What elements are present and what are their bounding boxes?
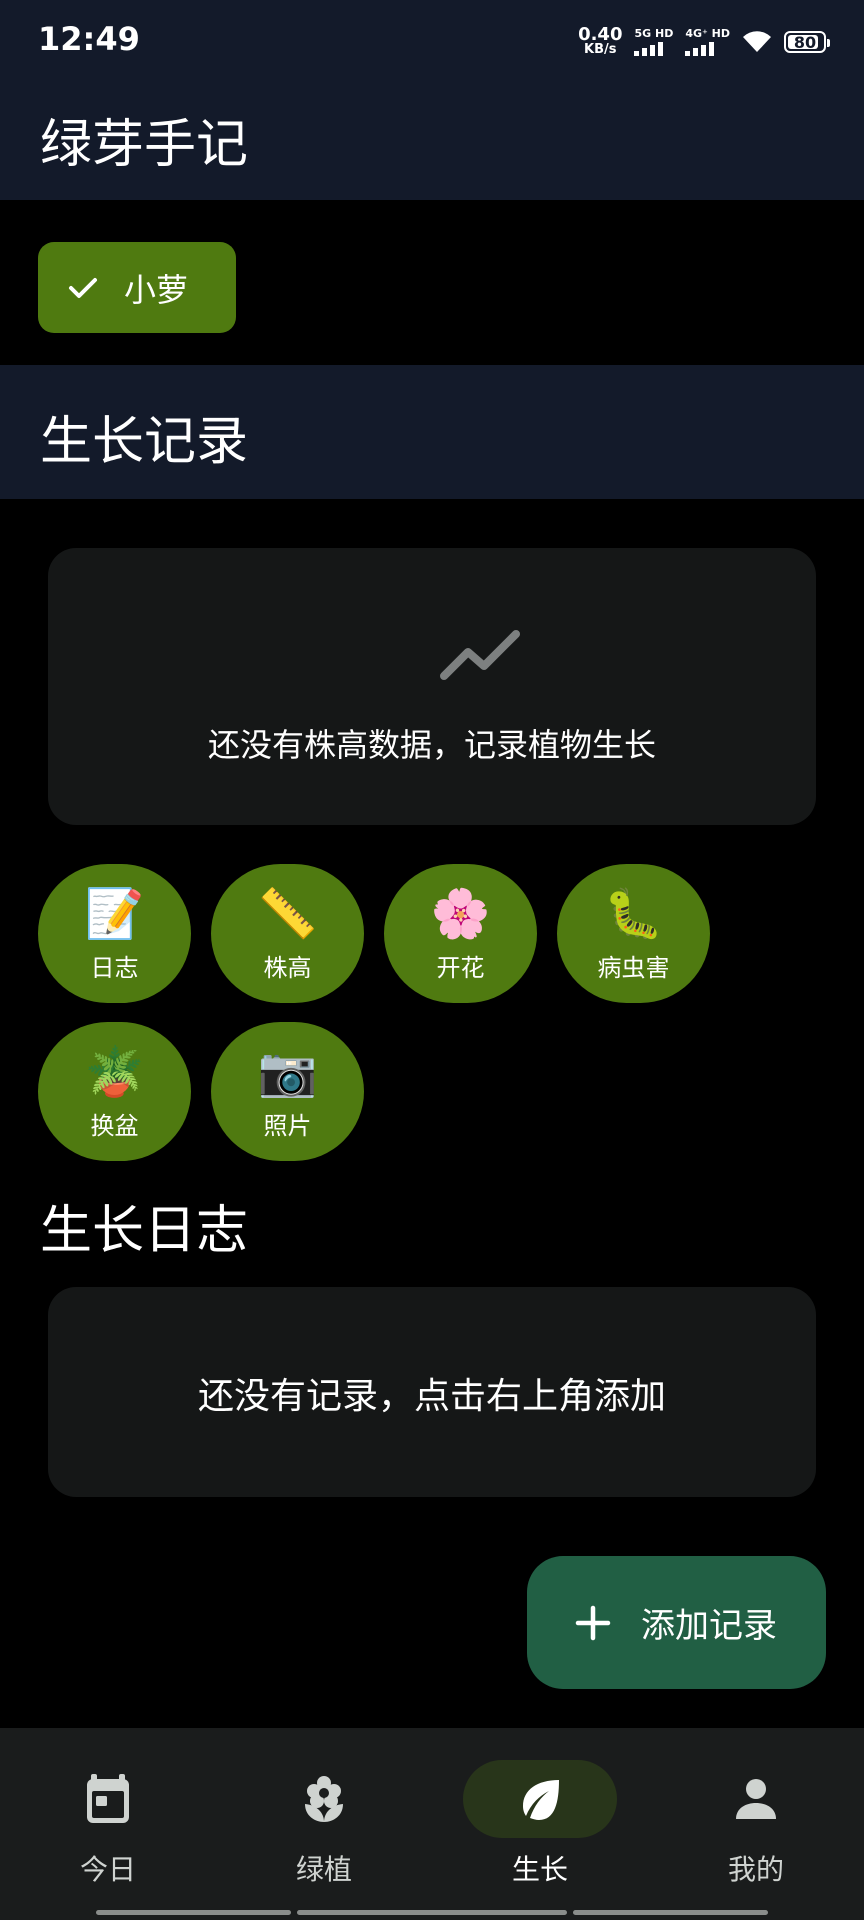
action-label: 株高 [263, 954, 312, 982]
leaf-icon [523, 1780, 559, 1820]
person-icon [736, 1779, 776, 1819]
nav-icon-container [247, 1760, 401, 1838]
action-label: 日志 [90, 954, 139, 982]
wifi-icon [743, 31, 771, 52]
bug-icon: 🐛 [603, 886, 664, 942]
action-label: 病虫害 [597, 954, 670, 982]
action-button-repot[interactable]: 🪴 换盆 [38, 1022, 191, 1161]
log-empty-text: 还没有记录，点击右上角添加 [197, 1376, 666, 1417]
app-bar: 绿芽手记 [0, 82, 864, 200]
plant-chip-label: 小萝 [124, 270, 189, 309]
network-speed: 0.40 KB/s [578, 24, 623, 58]
nav-icon-container [679, 1760, 833, 1838]
nav-icon-container [463, 1760, 617, 1838]
gesture-bar [573, 1910, 768, 1915]
nav-icon-container [31, 1760, 185, 1838]
status-time: 12:49 [38, 20, 140, 58]
growth-log-title: 生长日志 [40, 1201, 249, 1261]
battery-icon: 80 [784, 31, 830, 53]
check-icon [69, 277, 97, 298]
ruler-icon: 📏 [257, 886, 318, 942]
memo-icon: 📝 [84, 886, 145, 942]
potted-plant-icon: 🪴 [84, 1044, 145, 1100]
nav-label-me: 我的 [727, 1853, 784, 1886]
action-label: 照片 [263, 1112, 312, 1140]
nav-item-me[interactable]: 我的 [648, 1728, 864, 1920]
nav-item-growth[interactable]: 生长 [432, 1728, 648, 1920]
signal-5g-icon: 5G HD [634, 28, 673, 56]
signal-4g-icon: 4G⁺ HD [685, 28, 730, 56]
blossom-icon: 🌸 [430, 886, 491, 942]
nav-label-today: 今日 [79, 1853, 136, 1886]
battery-level: 80 [793, 32, 817, 52]
nav-item-plants[interactable]: 绿植 [216, 1728, 432, 1920]
growth-screen: 12:49 0.40 KB/s 5G HD 4G⁺ HD 80 绿芽手记 小萝 … [0, 0, 864, 1920]
growth-log-card: 还没有记录，点击右上角添加 [48, 1287, 816, 1497]
trending-up-icon [440, 630, 520, 680]
camera-icon: 📷 [257, 1044, 318, 1100]
gesture-bar [96, 1910, 291, 1915]
signal-4g-label: 4G⁺ HD [685, 27, 730, 40]
signal-5g-label: 5G HD [634, 27, 674, 40]
network-speed-unit: KB/s [584, 42, 617, 57]
status-icons: 0.40 KB/s 5G HD 4G⁺ HD 80 [578, 22, 830, 62]
growth-section-header: 生长记录 [0, 365, 864, 499]
nav-label-growth: 生长 [511, 1853, 568, 1886]
plus-icon [575, 1605, 611, 1640]
status-bar: 12:49 0.40 KB/s 5G HD 4G⁺ HD 80 [0, 0, 864, 82]
plant-filter-chip[interactable]: 小萝 [38, 242, 236, 333]
action-button-photo[interactable]: 📷 照片 [211, 1022, 364, 1161]
gesture-bar [297, 1910, 567, 1915]
height-chart-card: 还没有株高数据，记录植物生长 [48, 548, 816, 825]
nav-label-plants: 绿植 [295, 1853, 352, 1886]
action-button-height[interactable]: 📏 株高 [211, 864, 364, 1003]
growth-section-title: 生长记录 [40, 412, 249, 472]
bottom-navigation: 今日 绿植 生长 我的 [0, 1728, 864, 1920]
calendar-icon [87, 1774, 129, 1823]
action-label: 换盆 [90, 1112, 139, 1140]
height-empty-text: 还没有株高数据，记录植物生长 [207, 726, 656, 764]
nav-item-today[interactable]: 今日 [0, 1728, 216, 1920]
add-record-label: 添加记录 [641, 1606, 777, 1646]
action-button-pests[interactable]: 🐛 病虫害 [557, 864, 710, 1003]
app-title: 绿芽手记 [40, 115, 249, 175]
flower-icon [305, 1776, 343, 1822]
action-label: 开花 [436, 954, 485, 982]
add-record-button[interactable]: 添加记录 [527, 1556, 826, 1689]
action-button-journal[interactable]: 📝 日志 [38, 864, 191, 1003]
network-speed-value: 0.40 [578, 24, 623, 45]
action-button-flowering[interactable]: 🌸 开花 [384, 864, 537, 1003]
